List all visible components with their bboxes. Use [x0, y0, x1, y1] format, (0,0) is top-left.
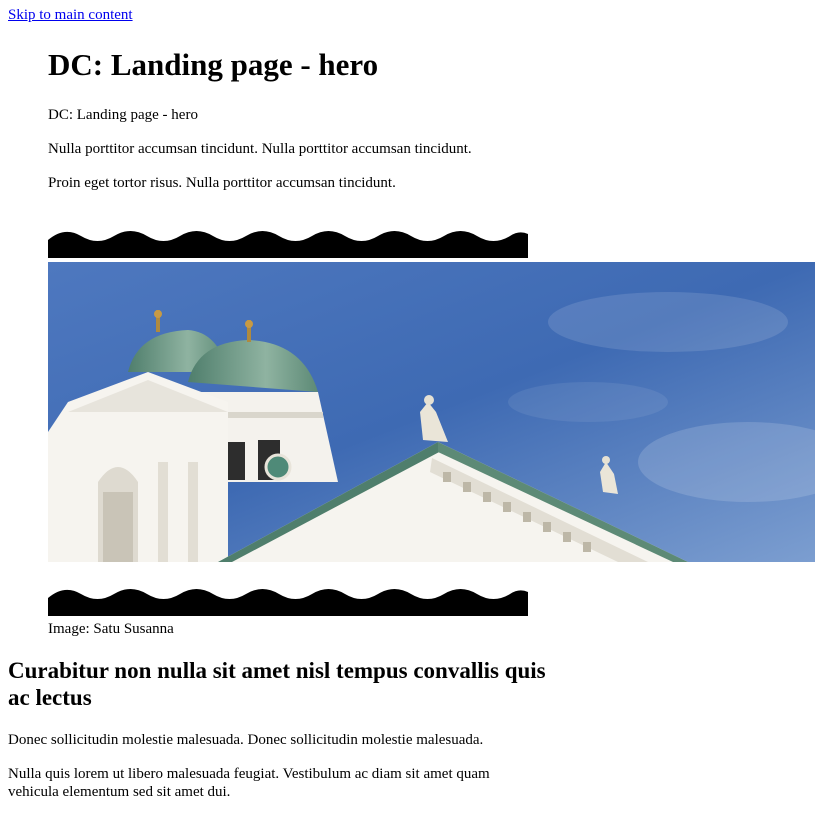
section-heading: Curabitur non nulla sit amet nisl tempus…: [8, 658, 546, 710]
hero-paragraph-2: Proin eget tortor risus. Nulla porttitor…: [48, 175, 396, 191]
image-caption: Image: Satu Susanna: [48, 621, 174, 637]
section-paragraph-2: Nulla quis lorem ut libero malesuada feu…: [8, 766, 490, 800]
hero-subtitle: DC: Landing page - hero: [48, 107, 198, 123]
section-paragraph-1: Donec sollicitudin molestie malesuada. D…: [8, 732, 484, 748]
skip-to-main-content-link[interactable]: Skip to main content: [8, 7, 133, 24]
hero-paragraph-1: Nulla porttitor accumsan tincidunt. Null…: [48, 141, 472, 157]
hero-image-cathedral: [48, 262, 815, 562]
page-title: DC: Landing page - hero: [48, 47, 379, 82]
hero-section: DC: Landing page - hero DC: Landing page…: [48, 40, 815, 191]
content-section: Curabitur non nulla sit amet nisl tempus…: [8, 657, 548, 800]
wave-divider-top: [48, 231, 528, 258]
wave-divider-bottom: [48, 589, 528, 616]
